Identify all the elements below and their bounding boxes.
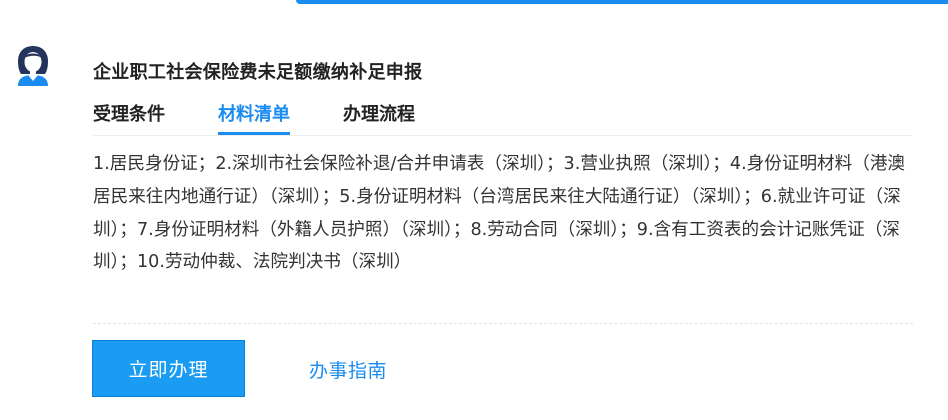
tab-materials-list[interactable]: 材料清单: [218, 102, 290, 135]
apply-now-button[interactable]: 立即办理: [92, 340, 245, 397]
service-guide-link[interactable]: 办事指南: [309, 356, 387, 383]
top-accent-bar: [296, 0, 948, 4]
service-title: 企业职工社会保险费未足额缴纳补足申报: [93, 62, 423, 83]
tab-acceptance-conditions[interactable]: 受理条件: [93, 102, 165, 128]
content-divider: [93, 323, 913, 324]
tab-process-flow[interactable]: 办理流程: [343, 102, 415, 128]
user-avatar-icon: [12, 44, 54, 86]
tab-divider: [93, 135, 913, 136]
materials-list-text: 1.居民身份证；2.深圳市社会保险补退/合并申请表（深圳）；3.营业执照（深圳）…: [93, 154, 906, 273]
service-card: 企业职工社会保险费未足额缴纳补足申报 受理条件 材料清单 办理流程 1.居民身份…: [0, 0, 948, 420]
